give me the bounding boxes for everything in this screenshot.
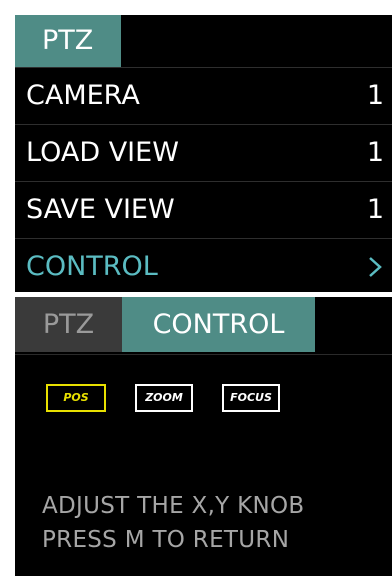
menu-item-load-view[interactable]: LOAD VIEW 1 [15,124,392,181]
instructions-text: ADJUST THE X,Y KNOB PRESS M TO RETURN [42,489,305,557]
control-panel: PTZ CONTROL POS ZOOM FOCUS ADJUST THE X,… [15,297,392,576]
tab-control[interactable]: CONTROL [122,297,315,352]
focus-mode-button[interactable]: FOCUS [222,384,280,412]
chevron-right-icon [369,257,382,277]
menu-item-value: 1 [366,194,384,225]
instruction-line: ADJUST THE X,Y KNOB [42,493,305,519]
zoom-mode-button[interactable]: ZOOM [135,384,193,412]
menu-item-label: SAVE VIEW [26,194,175,225]
menu-item-value: 1 [366,80,384,111]
ptz-menu-tab-bar: PTZ [15,15,392,67]
ptz-menu-panel: PTZ CAMERA 1 LOAD VIEW 1 SAVE VIEW 1 CON… [15,15,392,292]
instruction-line: PRESS M TO RETURN [42,527,290,553]
menu-item-label: CONTROL [26,251,158,282]
menu-item-camera[interactable]: CAMERA 1 [15,67,392,124]
menu-item-label: LOAD VIEW [26,137,179,168]
menu-item-control[interactable]: CONTROL [15,238,392,292]
menu-item-save-view[interactable]: SAVE VIEW 1 [15,181,392,238]
tab-ptz[interactable]: PTZ [15,15,121,67]
menu-item-value: 1 [366,137,384,168]
tab-divider [15,354,392,355]
pos-mode-button[interactable]: POS [46,384,106,412]
tab-ptz[interactable]: PTZ [15,297,122,352]
menu-item-label: CAMERA [26,80,140,111]
